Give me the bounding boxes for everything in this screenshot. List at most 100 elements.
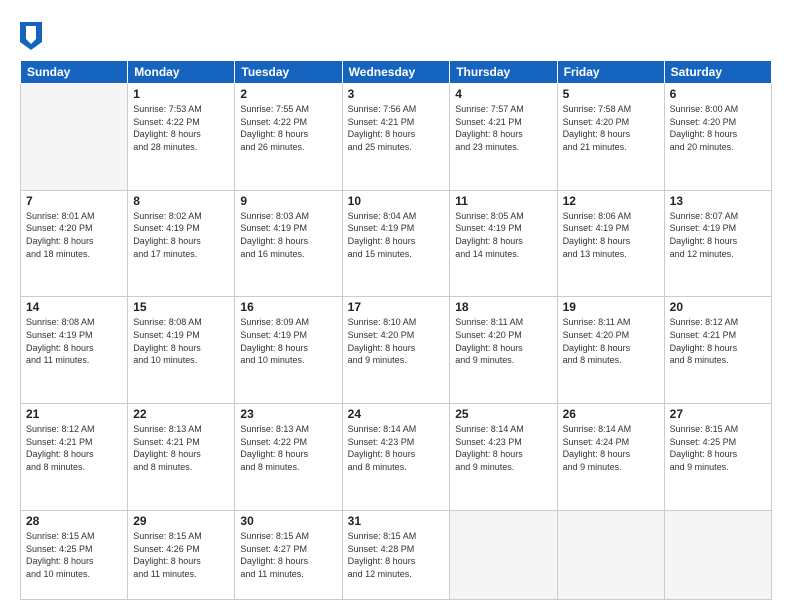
- day-info: Sunrise: 8:08 AM Sunset: 4:19 PM Dayligh…: [133, 316, 229, 366]
- day-info: Sunrise: 8:14 AM Sunset: 4:23 PM Dayligh…: [348, 423, 445, 473]
- day-number: 9: [240, 194, 336, 208]
- day-number: 5: [563, 87, 659, 101]
- calendar-cell: 18 Sunrise: 8:11 AM Sunset: 4:20 PM Dayli…: [450, 297, 557, 404]
- day-info: Sunrise: 8:05 AM Sunset: 4:19 PM Dayligh…: [455, 210, 551, 260]
- day-info: Sunrise: 8:15 AM Sunset: 4:27 PM Dayligh…: [240, 530, 336, 580]
- day-info: Sunrise: 7:58 AM Sunset: 4:20 PM Dayligh…: [563, 103, 659, 153]
- day-number: 29: [133, 514, 229, 528]
- day-number: 1: [133, 87, 229, 101]
- calendar-cell: 12Sunrise: 8:06 AM Sunset: 4:19 PM Dayli…: [557, 190, 664, 297]
- calendar-cell: 25 Sunrise: 8:14 AM Sunset: 4:23 PM Dayli…: [450, 404, 557, 511]
- day-info: Sunrise: 7:55 AM Sunset: 4:22 PM Dayligh…: [240, 103, 336, 153]
- calendar-week-row: 7 Sunrise: 8:01 AM Sunset: 4:20 PM Daylig…: [21, 190, 772, 297]
- calendar-cell: 17 Sunrise: 8:10 AM Sunset: 4:20 PM Dayli…: [342, 297, 450, 404]
- calendar-table: SundayMondayTuesdayWednesdayThursdayFrid…: [20, 60, 772, 600]
- calendar-cell: 22 Sunrise: 8:13 AM Sunset: 4:21 PM Dayli…: [128, 404, 235, 511]
- calendar-cell: 30 Sunrise: 8:15 AM Sunset: 4:27 PM Dayli…: [235, 510, 342, 599]
- day-info: Sunrise: 8:15 AM Sunset: 4:26 PM Dayligh…: [133, 530, 229, 580]
- day-number: 18: [455, 300, 551, 314]
- day-number: 7: [26, 194, 122, 208]
- logo-icon: [20, 22, 42, 50]
- day-info: Sunrise: 8:08 AM Sunset: 4:19 PM Dayligh…: [26, 316, 122, 366]
- day-number: 27: [670, 407, 766, 421]
- calendar-cell: 31 Sunrise: 8:15 AM Sunset: 4:28 PM Dayli…: [342, 510, 450, 599]
- weekday-header-thursday: Thursday: [450, 61, 557, 84]
- day-info: Sunrise: 8:14 AM Sunset: 4:24 PM Dayligh…: [563, 423, 659, 473]
- calendar-cell: 15 Sunrise: 8:08 AM Sunset: 4:19 PM Dayli…: [128, 297, 235, 404]
- day-number: 13: [670, 194, 766, 208]
- day-info: Sunrise: 8:11 AM Sunset: 4:20 PM Dayligh…: [455, 316, 551, 366]
- calendar-cell: 8 Sunrise: 8:02 AM Sunset: 4:19 PM Daylig…: [128, 190, 235, 297]
- day-info: Sunrise: 8:04 AM Sunset: 4:19 PM Dayligh…: [348, 210, 445, 260]
- day-number: 6: [670, 87, 766, 101]
- day-number: 17: [348, 300, 445, 314]
- day-number: 23: [240, 407, 336, 421]
- header: [20, 18, 772, 50]
- weekday-header-row: SundayMondayTuesdayWednesdayThursdayFrid…: [21, 61, 772, 84]
- calendar-cell: 10Sunrise: 8:04 AM Sunset: 4:19 PM Dayli…: [342, 190, 450, 297]
- calendar-week-row: 28Sunrise: 8:15 AM Sunset: 4:25 PM Dayli…: [21, 510, 772, 599]
- day-info: Sunrise: 8:12 AM Sunset: 4:21 PM Dayligh…: [670, 316, 766, 366]
- calendar-cell: 13Sunrise: 8:07 AM Sunset: 4:19 PM Dayli…: [664, 190, 771, 297]
- calendar-cell: [557, 510, 664, 599]
- day-number: 24: [348, 407, 445, 421]
- day-info: Sunrise: 8:10 AM Sunset: 4:20 PM Dayligh…: [348, 316, 445, 366]
- calendar-cell: 14 Sunrise: 8:08 AM Sunset: 4:19 PM Dayli…: [21, 297, 128, 404]
- day-number: 22: [133, 407, 229, 421]
- day-number: 20: [670, 300, 766, 314]
- calendar-cell: 19 Sunrise: 8:11 AM Sunset: 4:20 PM Dayli…: [557, 297, 664, 404]
- day-info: Sunrise: 8:13 AM Sunset: 4:21 PM Dayligh…: [133, 423, 229, 473]
- day-info: Sunrise: 8:15 AM Sunset: 4:25 PM Dayligh…: [670, 423, 766, 473]
- day-number: 3: [348, 87, 445, 101]
- day-number: 16: [240, 300, 336, 314]
- day-number: 19: [563, 300, 659, 314]
- weekday-header-saturday: Saturday: [664, 61, 771, 84]
- calendar-week-row: 14 Sunrise: 8:08 AM Sunset: 4:19 PM Dayli…: [21, 297, 772, 404]
- calendar-cell: 4Sunrise: 7:57 AM Sunset: 4:21 PM Daylig…: [450, 84, 557, 191]
- weekday-header-friday: Friday: [557, 61, 664, 84]
- calendar-cell: 9Sunrise: 8:03 AM Sunset: 4:19 PM Daylig…: [235, 190, 342, 297]
- day-info: Sunrise: 8:02 AM Sunset: 4:19 PM Dayligh…: [133, 210, 229, 260]
- weekday-header-wednesday: Wednesday: [342, 61, 450, 84]
- weekday-header-tuesday: Tuesday: [235, 61, 342, 84]
- calendar-week-row: 1 Sunrise: 7:53 AM Sunset: 4:22 PM Daylig…: [21, 84, 772, 191]
- calendar-cell: 29 Sunrise: 8:15 AM Sunset: 4:26 PM Dayli…: [128, 510, 235, 599]
- calendar-cell: 5 Sunrise: 7:58 AM Sunset: 4:20 PM Daylig…: [557, 84, 664, 191]
- calendar-cell: 23 Sunrise: 8:13 AM Sunset: 4:22 PM Dayli…: [235, 404, 342, 511]
- day-info: Sunrise: 8:11 AM Sunset: 4:20 PM Dayligh…: [563, 316, 659, 366]
- calendar-cell: [450, 510, 557, 599]
- day-number: 28: [26, 514, 122, 528]
- calendar-cell: 6 Sunrise: 8:00 AM Sunset: 4:20 PM Daylig…: [664, 84, 771, 191]
- calendar-cell: [21, 84, 128, 191]
- calendar-cell: 21Sunrise: 8:12 AM Sunset: 4:21 PM Dayli…: [21, 404, 128, 511]
- calendar-cell: 20 Sunrise: 8:12 AM Sunset: 4:21 PM Dayli…: [664, 297, 771, 404]
- calendar-cell: 24 Sunrise: 8:14 AM Sunset: 4:23 PM Dayli…: [342, 404, 450, 511]
- calendar-page: SundayMondayTuesdayWednesdayThursdayFrid…: [0, 0, 792, 612]
- weekday-header-monday: Monday: [128, 61, 235, 84]
- day-number: 14: [26, 300, 122, 314]
- day-info: Sunrise: 8:15 AM Sunset: 4:28 PM Dayligh…: [348, 530, 445, 580]
- day-number: 26: [563, 407, 659, 421]
- day-info: Sunrise: 7:53 AM Sunset: 4:22 PM Dayligh…: [133, 103, 229, 153]
- calendar-week-row: 21Sunrise: 8:12 AM Sunset: 4:21 PM Dayli…: [21, 404, 772, 511]
- calendar-cell: 2 Sunrise: 7:55 AM Sunset: 4:22 PM Daylig…: [235, 84, 342, 191]
- day-info: Sunrise: 7:57 AM Sunset: 4:21 PM Dayligh…: [455, 103, 551, 153]
- day-number: 15: [133, 300, 229, 314]
- day-number: 31: [348, 514, 445, 528]
- weekday-header-sunday: Sunday: [21, 61, 128, 84]
- day-info: Sunrise: 8:01 AM Sunset: 4:20 PM Dayligh…: [26, 210, 122, 260]
- day-info: Sunrise: 8:00 AM Sunset: 4:20 PM Dayligh…: [670, 103, 766, 153]
- day-number: 2: [240, 87, 336, 101]
- day-number: 8: [133, 194, 229, 208]
- calendar-cell: 27 Sunrise: 8:15 AM Sunset: 4:25 PM Dayli…: [664, 404, 771, 511]
- day-number: 11: [455, 194, 551, 208]
- calendar-cell: 26 Sunrise: 8:14 AM Sunset: 4:24 PM Dayli…: [557, 404, 664, 511]
- day-number: 30: [240, 514, 336, 528]
- calendar-cell: 1 Sunrise: 7:53 AM Sunset: 4:22 PM Daylig…: [128, 84, 235, 191]
- day-info: Sunrise: 8:13 AM Sunset: 4:22 PM Dayligh…: [240, 423, 336, 473]
- logo: [20, 22, 46, 50]
- calendar-cell: 11 Sunrise: 8:05 AM Sunset: 4:19 PM Dayli…: [450, 190, 557, 297]
- day-info: Sunrise: 8:14 AM Sunset: 4:23 PM Dayligh…: [455, 423, 551, 473]
- day-number: 25: [455, 407, 551, 421]
- calendar-cell: 16Sunrise: 8:09 AM Sunset: 4:19 PM Dayli…: [235, 297, 342, 404]
